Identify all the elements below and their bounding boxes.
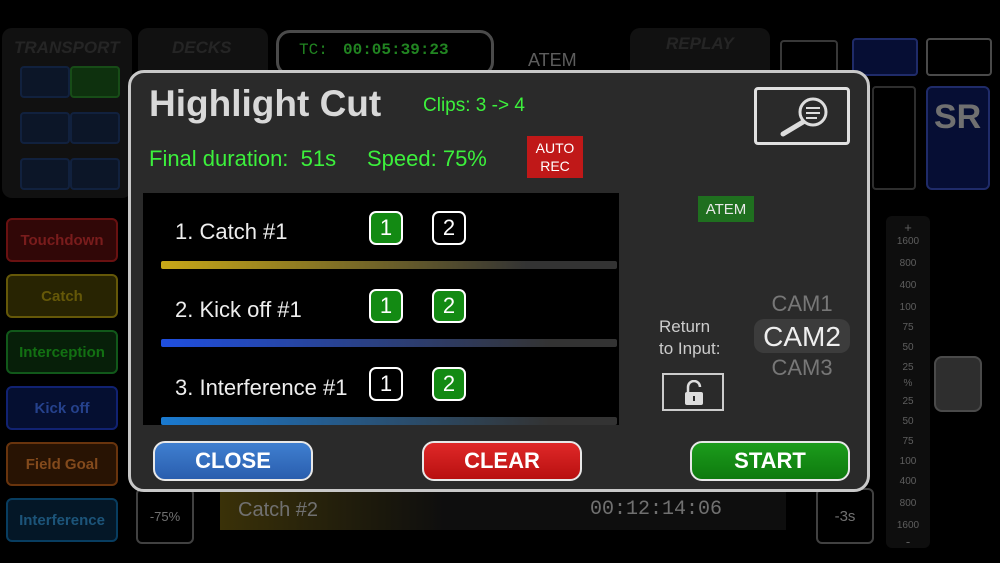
scale-label: 400 [899, 280, 917, 291]
auto-rec-button[interactable]: AUTO REC [527, 136, 583, 178]
auto-rec-line1: AUTO [535, 140, 575, 156]
channel-2-toggle[interactable]: 2 [432, 211, 466, 245]
bottom-clip-bar[interactable]: Catch #2 00:12:14:06 [220, 492, 786, 530]
cam-option-selected[interactable]: CAM2 [754, 321, 850, 353]
clip-progress-bar [161, 417, 617, 425]
scale-label: 1600 [896, 236, 920, 247]
clip-list[interactable]: 1. Catch #1 1 2 2. Kick off #1 1 2 3. In… [143, 193, 619, 425]
auto-rec-line2: REC [540, 158, 570, 174]
clip-label: 3. Interference #1 [175, 375, 348, 400]
decks-label: DECKS [172, 38, 232, 57]
magnifier-icon [780, 97, 828, 137]
final-duration: Final duration: 51s [149, 146, 337, 171]
channel-1-toggle[interactable]: 1 [369, 289, 403, 323]
lock-toggle[interactable] [662, 373, 724, 411]
channel-1-toggle[interactable]: 1 [369, 211, 403, 245]
fast-forward-button[interactable] [70, 158, 120, 190]
speed-stepper[interactable] [934, 356, 982, 412]
tag-button-catch[interactable]: Catch [6, 274, 118, 318]
dialog-title: Highlight Cut [149, 83, 382, 124]
tag-button-field-goal[interactable]: Field Goal [6, 442, 118, 486]
prev-button[interactable] [20, 112, 70, 144]
tc-value: 00:05:39:23 [343, 41, 449, 59]
tag-button-interception[interactable]: Interception [6, 330, 118, 374]
atem-top-label: ATEM [528, 50, 577, 70]
scale-label: 400 [899, 476, 917, 487]
clear-button[interactable]: CLEAR [422, 441, 582, 481]
scale-label: 25 [902, 396, 914, 407]
return-to-input-line1: Return [659, 317, 711, 336]
channel-1-toggle[interactable]: 1 [369, 367, 403, 401]
channel-2-toggle[interactable]: 2 [432, 289, 466, 323]
rewind-button[interactable] [20, 158, 70, 190]
cam-option[interactable]: CAM3 [754, 355, 850, 381]
close-button[interactable]: CLOSE [153, 441, 313, 481]
scale-percent: % [903, 378, 913, 389]
stop-square-button[interactable] [852, 38, 918, 76]
scale-minus: - [905, 534, 911, 549]
tc-label: TC: [299, 41, 328, 59]
list-item[interactable]: 1. Catch #1 1 2 [143, 193, 619, 271]
start-button[interactable]: START [690, 441, 850, 481]
clip-progress-bar [161, 339, 617, 347]
scale-label: 100 [899, 456, 917, 467]
transport-label: TRANSPORT [14, 38, 120, 57]
tag-button-kick-off[interactable]: Kick off [6, 386, 118, 430]
clips-count: Clips: 3 -> 4 [423, 95, 525, 116]
list-item[interactable]: 3. Interference #1 1 2 [143, 349, 619, 425]
stop-button[interactable] [20, 66, 70, 98]
highlight-cut-dialog: Highlight Cut Clips: 3 -> 4 Final durati… [128, 70, 870, 492]
scale-label: 50 [902, 416, 914, 427]
clip-label: 2. Kick off #1 [175, 297, 302, 322]
cam-option[interactable]: CAM1 [754, 291, 850, 317]
scale-label: 50 [902, 342, 914, 353]
clip-label: 1. Catch #1 [175, 219, 288, 244]
tag-button-touchdown[interactable]: Touchdown [6, 218, 118, 262]
return-to-input-line2: to Input: [659, 339, 721, 358]
record-button[interactable] [872, 86, 916, 190]
unlock-icon [685, 380, 703, 405]
scale-label: 75 [902, 322, 914, 333]
replay-label: REPLAY [666, 34, 734, 53]
speed-left-button[interactable]: -75% [136, 488, 194, 544]
list-item[interactable]: 2. Kick off #1 1 2 [143, 271, 619, 349]
bottom-clip-name: Catch #2 [238, 499, 319, 521]
bottom-timecode: 00:12:14:06 [590, 498, 723, 521]
hammer-icon[interactable] [926, 38, 992, 76]
atem-badge[interactable]: ATEM [698, 196, 754, 222]
scale-plus: + [904, 220, 912, 235]
scale-label: 1600 [896, 520, 920, 531]
scale-label: 800 [899, 498, 917, 509]
sr-label: SR [934, 98, 982, 136]
scale-label: 25 [902, 362, 914, 373]
scale-label: 100 [899, 302, 917, 313]
sr-button[interactable]: SR [926, 86, 990, 190]
scale-label: 800 [899, 258, 917, 269]
scale-label: 75 [902, 436, 914, 447]
channel-2-toggle[interactable]: 2 [432, 367, 466, 401]
clip-progress-bar [161, 261, 617, 269]
next-button[interactable] [70, 112, 120, 144]
speed-value: Speed: 75% [367, 146, 487, 171]
tag-button-interference[interactable]: Interference [6, 498, 118, 542]
speed-right-button[interactable]: -3s [816, 488, 874, 544]
play-button[interactable] [70, 66, 120, 98]
search-list-button[interactable] [754, 87, 850, 145]
